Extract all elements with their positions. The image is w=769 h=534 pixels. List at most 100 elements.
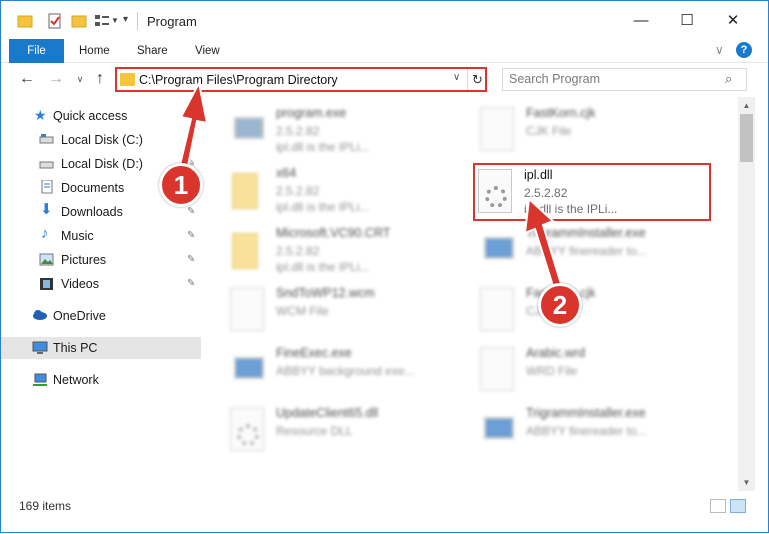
vertical-scrollbar[interactable]: ▲ ▼ xyxy=(738,97,755,491)
ipl-dll-highlight-box xyxy=(473,163,711,221)
status-bar: 169 items xyxy=(1,491,768,532)
tab-view[interactable]: View xyxy=(195,39,220,63)
tab-home[interactable]: Home xyxy=(79,39,110,63)
new-folder-icon[interactable] xyxy=(71,13,87,29)
nav-item-this-pc[interactable]: This PC xyxy=(1,337,201,359)
pin-icon[interactable]: ✎ xyxy=(187,278,195,289)
large-icons-view-icon[interactable] xyxy=(730,499,746,513)
nav-item-onedrive[interactable]: OneDrive xyxy=(1,305,201,327)
file-name: x64 xyxy=(276,166,297,180)
callout-2: 2 xyxy=(538,283,582,327)
tab-share[interactable]: Share xyxy=(137,39,168,63)
pin-icon[interactable]: ✎ xyxy=(187,206,195,217)
nav-label: Pictures xyxy=(61,253,107,267)
search-input[interactable] xyxy=(509,72,709,86)
scroll-down-icon[interactable]: ▼ xyxy=(738,474,755,491)
file-type: WRD File xyxy=(526,364,578,378)
file-item[interactable]: UpdateClient65.dll Resource DLL xyxy=(230,403,470,461)
recent-locations-icon[interactable]: ∨ xyxy=(71,70,89,88)
window-title: Program xyxy=(147,14,197,29)
file-item[interactable]: FastKorn.cjk CJK File xyxy=(480,103,720,161)
view-options-icon[interactable] xyxy=(94,13,110,29)
file-item[interactable]: FineExec.exe ABBYY background exe... xyxy=(230,343,470,401)
close-button[interactable]: ✕ xyxy=(710,1,756,39)
file-name: Microsoft.VC90.CRT xyxy=(276,226,391,240)
file-version: 2.5.2.82 xyxy=(276,184,320,198)
folder-icon[interactable] xyxy=(17,13,33,29)
file-item[interactable]: Microsoft.VC90.CRT 2.5.2.82 ipl.dll is t… xyxy=(230,223,470,281)
file-description: ABBYY background exe... xyxy=(276,364,415,378)
file-item[interactable]: program.exe 2.5.2.82 ipl.dll is the IPLi… xyxy=(230,103,470,161)
file-name: Arabic.wrd xyxy=(526,346,586,360)
file-item[interactable]: TrigrammInstaller.exe ABBYY finereader t… xyxy=(480,403,720,461)
file-item[interactable]: SndToWP12.wcm WCM File xyxy=(230,283,470,341)
file-item[interactable]: x64 2.5.2.82 ipl.dll is the IPLi... xyxy=(230,163,470,221)
up-arrow-icon[interactable]: ↑ xyxy=(91,70,109,88)
download-icon: ⬇ xyxy=(40,201,53,218)
chevron-down-icon[interactable]: ∨ xyxy=(453,72,460,83)
pin-icon[interactable]: ✎ xyxy=(187,254,195,265)
nav-label: OneDrive xyxy=(53,309,106,323)
nav-item-pictures[interactable]: Pictures ✎ xyxy=(1,249,201,271)
address-bar[interactable]: C:\Program Files\Program Directory ∨ ↻ xyxy=(115,67,487,92)
document-icon xyxy=(480,107,514,151)
nav-item-videos[interactable]: Videos ✎ xyxy=(1,273,201,295)
document-icon xyxy=(230,287,264,331)
exe-file-icon xyxy=(480,227,514,271)
scrollbar-thumb[interactable] xyxy=(740,114,753,162)
properties-icon[interactable] xyxy=(47,13,63,29)
file-description: ipl.dll is the IPLi... xyxy=(276,200,370,214)
ribbon-tabs: File Home Share View ∨ ? xyxy=(1,39,768,63)
pin-icon[interactable]: ✎ xyxy=(187,230,195,241)
file-item[interactable]: TrigrammInstaller.exe ABBYY finereader t… xyxy=(480,223,720,281)
minimize-button[interactable]: — xyxy=(618,1,664,39)
search-box[interactable]: ⌕ xyxy=(502,68,747,91)
refresh-icon[interactable]: ↻ xyxy=(467,69,487,90)
nav-item-network[interactable]: Network xyxy=(1,369,201,391)
nav-label: Downloads xyxy=(61,205,123,219)
network-icon xyxy=(32,373,47,387)
nav-label: Documents xyxy=(61,181,125,195)
scroll-up-icon[interactable]: ▲ xyxy=(738,97,755,114)
computer-icon xyxy=(32,341,48,355)
address-path[interactable]: C:\Program Files\Program Directory xyxy=(139,73,338,87)
explorer-window: ▼ ▾ Program — ☐ ✕ File Home Share View ∨… xyxy=(0,0,769,533)
document-icon xyxy=(480,287,514,331)
nav-label: Quick access xyxy=(53,109,128,123)
file-name: TrigrammInstaller.exe xyxy=(526,406,646,420)
nav-label: Network xyxy=(53,373,99,387)
navigation-pane: ★ Quick access Local Disk (C:) Local Dis… xyxy=(1,97,205,491)
forward-arrow-icon[interactable]: → xyxy=(47,70,65,88)
exe-file-icon xyxy=(480,407,514,451)
nav-label: Local Disk (C:) xyxy=(61,133,143,147)
file-list: program.exe 2.5.2.82 ipl.dll is the IPLi… xyxy=(206,97,738,491)
documents-icon xyxy=(40,179,55,194)
nav-item-music[interactable]: ♪ Music ✎ xyxy=(1,225,201,247)
title-bar: ▼ ▾ Program — ☐ ✕ xyxy=(1,1,768,39)
back-arrow-icon[interactable]: ← xyxy=(18,70,36,88)
details-view-icon[interactable] xyxy=(710,499,726,513)
expand-ribbon-icon[interactable]: ∨ xyxy=(715,43,724,57)
maximize-button[interactable]: ☐ xyxy=(664,1,710,39)
nav-label: Videos xyxy=(61,277,99,291)
file-item[interactable]: FastKorn.cjk CJK File xyxy=(480,283,720,341)
pictures-icon xyxy=(39,253,54,267)
search-icon[interactable]: ⌕ xyxy=(725,71,732,87)
nav-item-local-disk-c[interactable]: Local Disk (C:) xyxy=(1,129,201,151)
folder-icon xyxy=(230,167,264,211)
videos-icon xyxy=(39,277,54,291)
exe-file-icon xyxy=(230,347,264,391)
nav-item-quick-access[interactable]: ★ Quick access xyxy=(1,105,201,127)
tab-file[interactable]: File xyxy=(9,39,64,63)
file-type: Resource DLL xyxy=(276,424,353,438)
drive-icon xyxy=(39,133,54,147)
music-icon: ♪ xyxy=(41,225,49,242)
file-type: WCM File xyxy=(276,304,329,318)
dll-file-icon xyxy=(230,407,264,451)
file-name: program.exe xyxy=(276,106,347,120)
file-item[interactable]: Arabic.wrd WRD File xyxy=(480,343,720,401)
help-icon[interactable]: ? xyxy=(736,42,752,58)
item-count: 169 items xyxy=(19,499,72,513)
file-name: FineExec.exe xyxy=(276,346,352,360)
file-version: 2.5.2.82 xyxy=(276,124,320,138)
